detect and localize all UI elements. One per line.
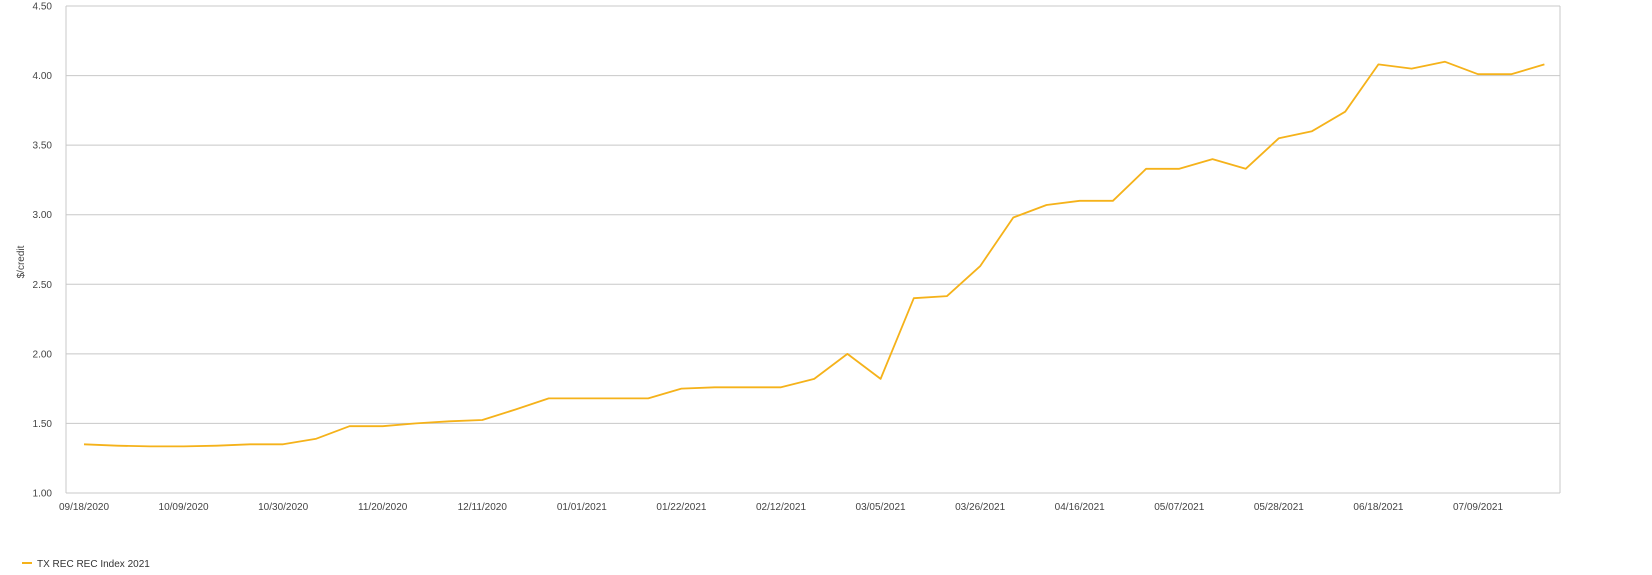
data-point[interactable] [977, 263, 983, 269]
y-tick-label: 1.00 [33, 489, 53, 500]
data-point[interactable] [479, 417, 485, 423]
data-point[interactable] [612, 395, 618, 401]
x-tick-label: 04/16/2021 [1055, 502, 1105, 513]
data-point[interactable] [413, 420, 419, 426]
data-point[interactable] [380, 423, 386, 429]
data-point[interactable] [579, 395, 585, 401]
data-point[interactable] [347, 423, 353, 429]
data-point[interactable] [911, 295, 917, 301]
data-point[interactable] [844, 351, 850, 357]
x-tick-label: 02/12/2021 [756, 502, 806, 513]
data-point[interactable] [313, 436, 319, 442]
x-tick-label: 09/18/2020 [59, 502, 109, 513]
data-point[interactable] [745, 384, 751, 390]
data-point[interactable] [81, 441, 87, 447]
y-axis-title: $/credit [16, 245, 27, 278]
x-tick-label: 10/30/2020 [258, 502, 308, 513]
x-tick-label: 05/07/2021 [1154, 502, 1204, 513]
x-axis-tick-labels: 09/18/2020 10/09/2020 10/30/2020 11/20/2020… [59, 502, 1503, 513]
data-point[interactable] [114, 443, 120, 449]
line-chart: 1.00 1.50 2.00 2.50 3.00 3.50 4.00 4.50 09/18/2… [16, 2, 1561, 570]
y-tick-label: 4.50 [33, 2, 53, 13]
data-point[interactable] [1276, 135, 1282, 141]
data-point[interactable] [1209, 156, 1215, 162]
y-tick-label: 4.00 [33, 71, 53, 82]
gridlines [65, 5, 1561, 494]
data-point[interactable] [645, 395, 651, 401]
chart-container: 1.00 1.50 2.00 2.50 3.00 3.50 4.00 4.50 09/18/2… [0, 0, 1652, 575]
y-tick-label: 2.00 [33, 349, 53, 360]
data-point[interactable] [712, 384, 718, 390]
x-tick-label: 12/11/2020 [458, 502, 508, 513]
data-point[interactable] [1342, 109, 1348, 115]
y-tick-label: 3.00 [33, 210, 53, 221]
y-tick-label: 1.50 [33, 419, 53, 430]
x-tick-label: 06/18/2021 [1353, 502, 1403, 513]
data-point[interactable] [1077, 198, 1083, 204]
data-point[interactable] [1309, 128, 1315, 134]
data-point[interactable] [1409, 66, 1415, 72]
data-point[interactable] [778, 384, 784, 390]
data-point[interactable] [1475, 71, 1481, 77]
series-line-0[interactable] [83, 60, 1545, 448]
data-point[interactable] [1143, 166, 1149, 172]
x-tick-label: 03/05/2021 [856, 502, 906, 513]
x-tick-label: 10/09/2020 [159, 502, 209, 513]
data-point[interactable] [1176, 166, 1182, 172]
x-tick-label: 07/09/2021 [1453, 502, 1503, 513]
data-point[interactable] [1375, 61, 1381, 67]
series-layer [81, 59, 1547, 449]
data-point[interactable] [1243, 166, 1249, 172]
data-point[interactable] [1508, 71, 1514, 77]
data-point[interactable] [1442, 59, 1448, 65]
data-point[interactable] [1044, 202, 1050, 208]
legend-label: TX REC REC Index 2021 [37, 559, 150, 570]
data-point[interactable] [546, 395, 552, 401]
y-axis-tick-labels: 1.00 1.50 2.00 2.50 3.00 3.50 4.00 4.50 [33, 2, 53, 500]
x-tick-label: 03/26/2021 [955, 502, 1005, 513]
x-tick-label: 01/22/2021 [656, 502, 706, 513]
data-point[interactable] [1110, 198, 1116, 204]
x-tick-label: 01/01/2021 [557, 502, 607, 513]
data-point[interactable] [147, 443, 153, 449]
data-point[interactable] [944, 293, 950, 299]
data-point[interactable] [811, 376, 817, 382]
x-tick-label: 11/20/2020 [358, 502, 408, 513]
y-tick-label: 2.50 [33, 280, 53, 291]
data-point[interactable] [214, 443, 220, 449]
y-tick-label: 3.50 [33, 141, 53, 152]
data-point[interactable] [1010, 214, 1016, 220]
x-tick-label: 05/28/2021 [1254, 502, 1304, 513]
data-point[interactable] [1541, 61, 1547, 67]
data-point[interactable] [512, 407, 518, 413]
data-point[interactable] [247, 441, 253, 447]
data-point[interactable] [280, 441, 286, 447]
legend[interactable]: TX REC REC Index 2021 [22, 559, 150, 570]
data-point[interactable] [181, 443, 187, 449]
data-point[interactable] [678, 386, 684, 392]
data-point[interactable] [878, 376, 884, 382]
data-point[interactable] [446, 418, 452, 424]
